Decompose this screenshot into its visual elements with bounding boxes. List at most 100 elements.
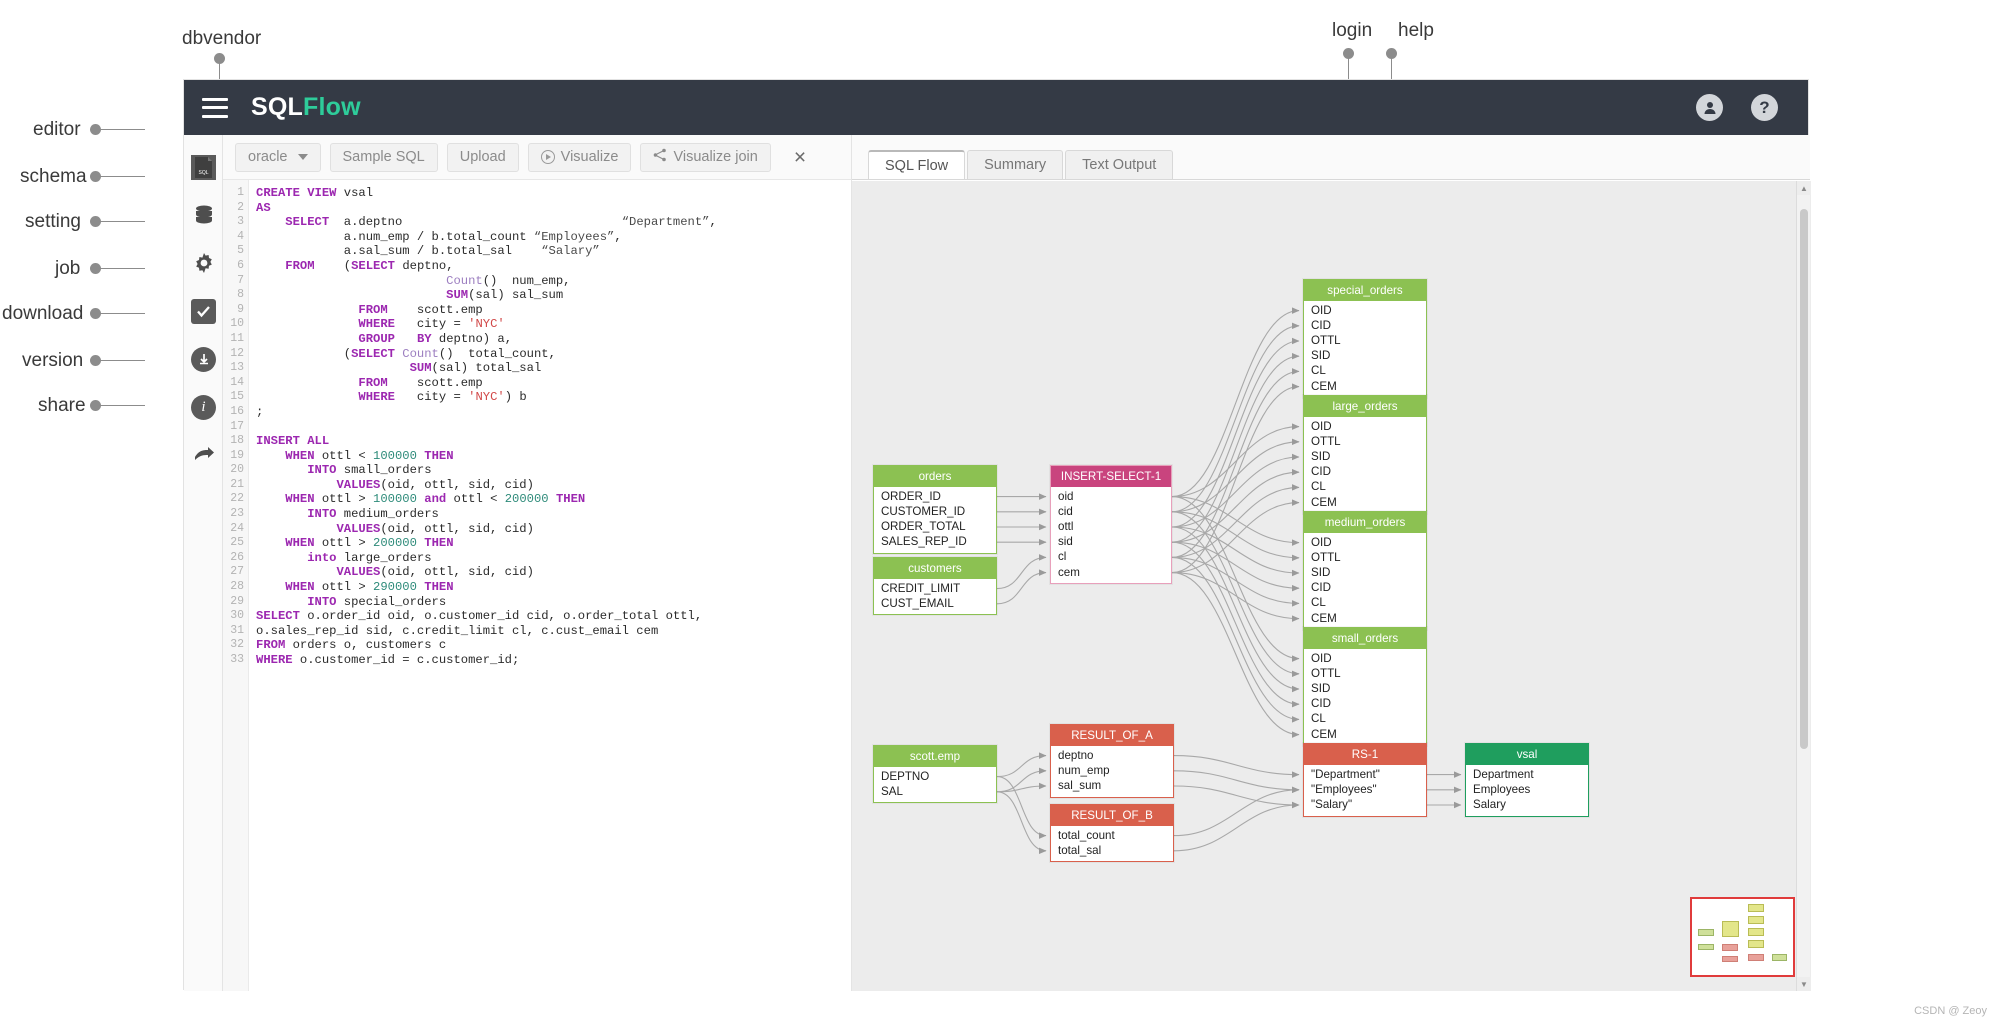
node-column[interactable]: "Salary" [1304, 797, 1426, 812]
node-column[interactable]: OTTL [1304, 550, 1426, 565]
node-column[interactable]: CL [1304, 596, 1426, 611]
sidebar-item-download[interactable] [184, 335, 223, 383]
node-column[interactable]: OTTL [1304, 666, 1426, 681]
node-column[interactable]: CID [1304, 465, 1426, 480]
node-column[interactable]: deptno [1051, 748, 1173, 763]
node-column[interactable]: num_emp [1051, 763, 1173, 778]
scroll-down-icon[interactable]: ▼ [1797, 977, 1811, 991]
sample-sql-button[interactable]: Sample SQL [330, 143, 438, 172]
node-column[interactable]: OTTL [1304, 434, 1426, 449]
node-column[interactable]: CUSTOMER_ID [874, 504, 996, 519]
node-column[interactable]: ottl [1051, 519, 1171, 534]
node-column[interactable]: "Department" [1304, 767, 1426, 782]
minimap[interactable] [1690, 897, 1795, 977]
scroll-up-icon[interactable]: ▲ [1797, 181, 1811, 195]
node-column[interactable]: CEM [1304, 379, 1426, 394]
editor-code[interactable]: CREATE VIEW vsalAS SELECT a.deptno “Depa… [249, 180, 851, 991]
node-column[interactable]: CEM [1304, 727, 1426, 742]
node-column[interactable]: CID [1304, 581, 1426, 596]
question-icon[interactable]: ? [1751, 94, 1778, 121]
graph-node-result_of_b[interactable]: RESULT_OF_Btotal_counttotal_sal [1050, 804, 1174, 862]
sidebar-item-job[interactable] [184, 287, 223, 335]
node-column[interactable]: sid [1051, 535, 1171, 550]
node-column[interactable]: Employees [1466, 782, 1588, 797]
node-title: orders [874, 466, 996, 487]
graph-node-scott_emp[interactable]: scott.empDEPTNOSAL [873, 745, 997, 803]
sql-editor[interactable]: 1234567891011121314151617181920212223242… [223, 180, 851, 991]
node-column[interactable]: CL [1304, 712, 1426, 727]
node-column[interactable]: DEPTNO [874, 769, 996, 784]
node-column[interactable]: SAL [874, 784, 996, 799]
node-column[interactable]: SID [1304, 681, 1426, 696]
node-title: RS-1 [1304, 744, 1426, 765]
tab-sql-flow[interactable]: SQL Flow [868, 150, 965, 179]
graph-node-special_orders[interactable]: special_ordersOIDCIDOTTLSIDCLCEM [1303, 279, 1427, 398]
node-column[interactable]: ORDER_TOTAL [874, 519, 996, 534]
code-line: VALUES(oid, ottl, sid, cid) [256, 478, 851, 493]
node-column[interactable]: cid [1051, 504, 1171, 519]
graph-node-result_of_a[interactable]: RESULT_OF_Adeptnonum_empsal_sum [1050, 724, 1174, 798]
tab-text-output[interactable]: Text Output [1065, 150, 1173, 179]
node-column[interactable]: CEM [1304, 495, 1426, 510]
graph-node-medium_orders[interactable]: medium_ordersOIDOTTLSIDCIDCLCEM [1303, 511, 1427, 630]
sidebar-item-share[interactable] [184, 431, 223, 479]
visualize-button[interactable]: Visualize [528, 143, 632, 172]
node-column[interactable]: CL [1304, 364, 1426, 379]
graph-node-small_orders[interactable]: small_ordersOIDOTTLSIDCIDCLCEM [1303, 627, 1427, 746]
node-column[interactable]: SID [1304, 449, 1426, 464]
node-column[interactable]: cem [1051, 565, 1171, 580]
hamburger-icon[interactable] [202, 98, 228, 118]
node-column[interactable]: OID [1304, 419, 1426, 434]
help-glyph: ? [1759, 99, 1769, 116]
node-column[interactable]: Department [1466, 767, 1588, 782]
tab-summary[interactable]: Summary [967, 150, 1063, 179]
graph-node-orders[interactable]: orders ORDER_IDCUSTOMER_IDORDER_TOTALSALE… [873, 465, 997, 554]
visualize-join-button[interactable]: Visualize join [640, 143, 770, 172]
graph-node-large_orders[interactable]: large_ordersOIDOTTLSIDCIDCLCEM [1303, 395, 1427, 514]
sidebar-item-version[interactable]: i [184, 383, 223, 431]
node-column[interactable]: CID [1304, 697, 1426, 712]
node-column[interactable]: Salary [1466, 797, 1588, 812]
node-column[interactable]: CID [1304, 318, 1426, 333]
user-icon[interactable] [1696, 94, 1723, 121]
node-column[interactable]: CL [1304, 480, 1426, 495]
node-column[interactable]: CUST_EMAIL [874, 596, 996, 611]
node-column[interactable]: SID [1304, 565, 1426, 580]
node-column[interactable]: "Employees" [1304, 782, 1426, 797]
node-column[interactable]: SALES_REP_ID [874, 535, 996, 550]
code-line: into large_orders [256, 551, 851, 566]
node-column[interactable]: CREDIT_LIMIT [874, 581, 996, 596]
node-column[interactable]: OTTL [1304, 333, 1426, 348]
node-column[interactable]: OID [1304, 303, 1426, 318]
canvas-vertical-scrollbar[interactable]: ▲ ▼ [1796, 181, 1810, 991]
sidebar-item-schema[interactable] [184, 191, 223, 239]
close-icon[interactable]: × [786, 147, 814, 168]
annotation-line-schema [99, 176, 145, 177]
sidebar-item-editor[interactable]: SQL [184, 143, 223, 191]
node-column[interactable]: cl [1051, 550, 1171, 565]
node-column[interactable]: CEM [1304, 611, 1426, 626]
graph-node-customers[interactable]: customersCREDIT_LIMITCUST_EMAIL [873, 557, 997, 615]
node-column[interactable]: total_count [1051, 828, 1173, 843]
dbvendor-select[interactable]: oracle [235, 143, 321, 172]
node-column[interactable]: oid [1051, 489, 1171, 504]
graph-canvas[interactable]: special_ordersOIDCIDOTTLSIDCLCEMlarge_or… [852, 181, 1811, 991]
node-columns: DepartmentEmployeesSalary [1466, 765, 1588, 816]
node-column[interactable]: sal_sum [1051, 778, 1173, 793]
graph-node-insert_select_1[interactable]: INSERT-SELECT-1oidcidottlsidclcem [1050, 465, 1172, 584]
node-column[interactable]: OID [1304, 535, 1426, 550]
node-column[interactable]: total_sal [1051, 843, 1173, 858]
node-column[interactable]: SID [1304, 349, 1426, 364]
sidebar-item-setting[interactable] [184, 239, 223, 287]
line-number: 17 [223, 420, 248, 435]
upload-button[interactable]: Upload [447, 143, 519, 172]
node-columns: total_counttotal_sal [1051, 826, 1173, 861]
node-column[interactable]: ORDER_ID [874, 489, 996, 504]
graph-node-rs_1[interactable]: RS-1 "Department""Employees""Salary" [1303, 743, 1427, 817]
code-line: a.num_emp / b.total_count “Employees”, [256, 230, 851, 245]
graph-node-vsal[interactable]: vsalDepartmentEmployeesSalary [1465, 743, 1589, 817]
node-column[interactable]: OID [1304, 651, 1426, 666]
scrollbar-thumb[interactable] [1800, 209, 1808, 749]
annotation-schema: schema [20, 166, 87, 188]
annotation-line-setting [99, 221, 145, 222]
